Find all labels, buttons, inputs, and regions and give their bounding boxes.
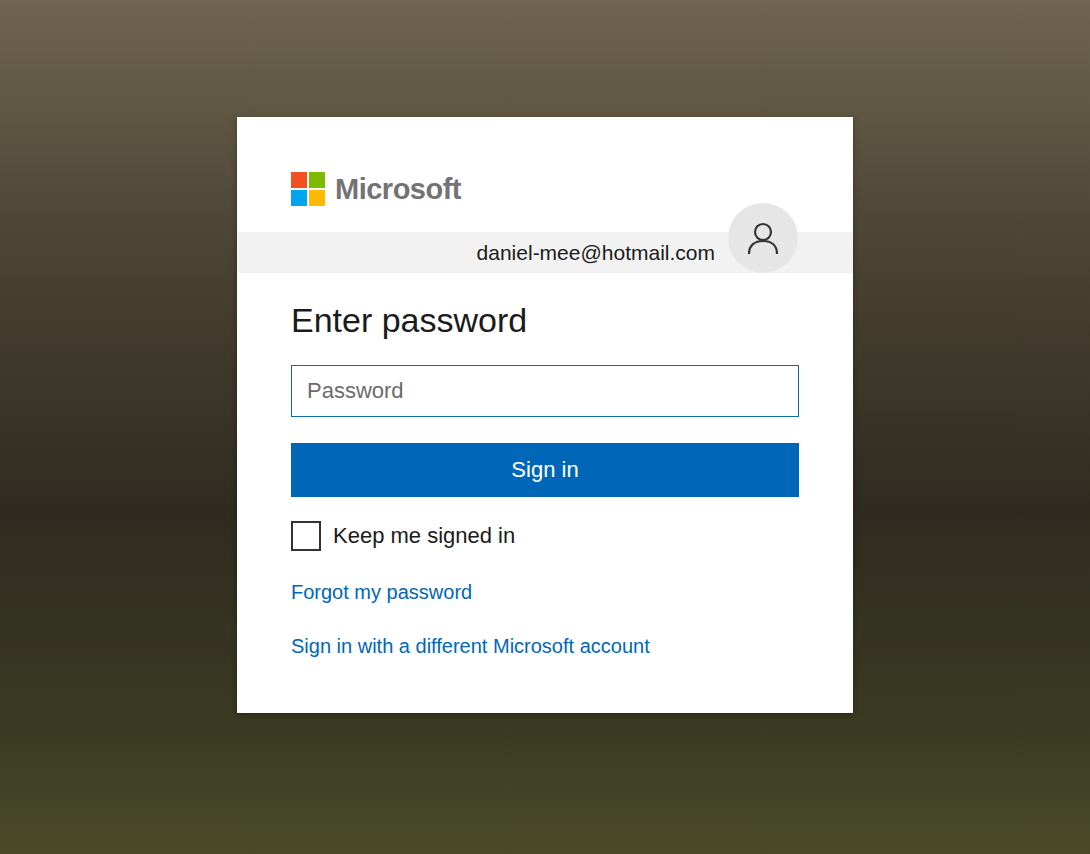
windows-squares-icon [291, 172, 325, 206]
link-row: Sign in with a different Microsoft accou… [291, 606, 799, 660]
microsoft-logo: Microsoft [291, 172, 799, 206]
link-row: Forgot my password [291, 551, 799, 606]
sign-in-card: Microsoft daniel-mee@hotmail.com Enter pas… [237, 117, 853, 713]
logo-square [309, 190, 325, 206]
account-email: daniel-mee@hotmail.com [477, 240, 715, 265]
user-avatar [728, 203, 798, 273]
keep-signed-in-checkbox[interactable] [291, 521, 321, 551]
sign-in-button[interactable]: Sign in [291, 443, 799, 497]
logo-square [309, 172, 325, 188]
person-icon [745, 220, 781, 256]
keep-signed-in-row[interactable]: Keep me signed in [291, 521, 799, 551]
keep-signed-in-label[interactable]: Keep me signed in [333, 523, 515, 549]
account-bar: daniel-mee@hotmail.com [237, 232, 853, 273]
logo-square [291, 172, 307, 188]
password-input[interactable] [291, 365, 799, 417]
logo-square [291, 190, 307, 206]
card-header: Microsoft [237, 172, 853, 206]
sign-in-form: Enter password Sign in Keep me signed in Fo… [237, 300, 853, 660]
forgot-password-link[interactable]: Forgot my password [291, 578, 472, 606]
logo-text: Microsoft [335, 175, 461, 204]
page-heading: Enter password [291, 300, 799, 341]
background: Microsoft daniel-mee@hotmail.com Enter pas… [0, 0, 1090, 713]
different-account-link[interactable]: Sign in with a different Microsoft accou… [291, 632, 650, 660]
